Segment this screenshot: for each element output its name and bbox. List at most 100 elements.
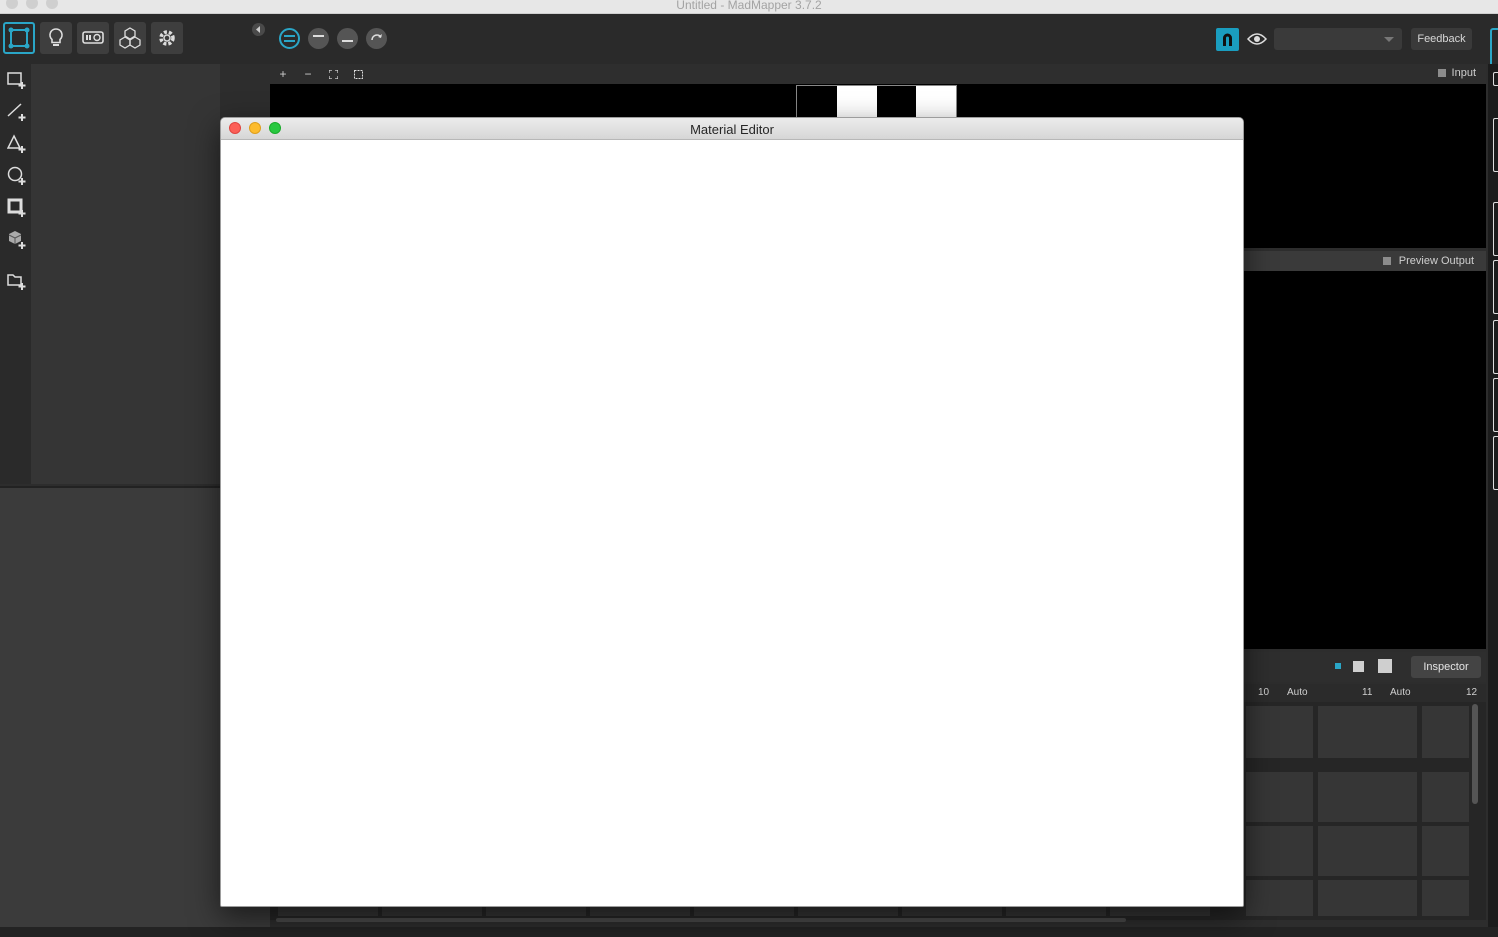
grid-cell[interactable] (902, 906, 1002, 916)
output-select[interactable] (1274, 28, 1402, 50)
select-region-button[interactable] (351, 67, 365, 81)
feedback-button[interactable]: Feedback (1411, 28, 1472, 50)
eye-icon (1247, 33, 1267, 45)
input-test-pattern (796, 85, 957, 119)
grid-cell[interactable] (1422, 706, 1469, 758)
column-header-12[interactable]: 12 (1466, 687, 1477, 698)
inspector-button[interactable]: Inspector (1411, 656, 1481, 678)
align-bottom-button[interactable] (337, 28, 358, 49)
add-triangle-button[interactable] (6, 133, 28, 155)
add-line-button[interactable] (6, 101, 28, 123)
chevron-down-icon (1384, 37, 1394, 42)
settings-button[interactable] (151, 22, 183, 54)
add-circle-button[interactable] (6, 165, 28, 187)
surfaces-icon (8, 27, 30, 49)
chevron-left-icon (256, 26, 260, 33)
rotate-icon (371, 34, 382, 41)
plus-icon: + (279, 67, 287, 81)
gear-icon (159, 30, 175, 46)
cubes-mode-button[interactable] (114, 22, 146, 54)
input-label: Input (1451, 67, 1476, 79)
grid-cell[interactable] (486, 906, 586, 916)
zoom-in-button[interactable]: + (276, 67, 290, 81)
grid-cell[interactable] (1246, 880, 1313, 916)
preview-output-viewport[interactable] (1244, 271, 1486, 649)
grid-cell[interactable] (278, 906, 378, 916)
projector-icon (82, 31, 104, 44)
grid-cell[interactable] (798, 906, 898, 916)
grid-cell[interactable] (1422, 772, 1469, 822)
add-3d-object-button[interactable] (6, 229, 28, 251)
grid-cell[interactable] (1006, 906, 1106, 916)
edge-tab[interactable] (1493, 260, 1498, 314)
grid-cell[interactable] (1246, 706, 1313, 758)
edge-tab[interactable] (1493, 72, 1498, 86)
medium-thumbnails-button[interactable] (1353, 661, 1364, 672)
grid-cell[interactable] (1110, 906, 1210, 916)
fit-view-button[interactable] (326, 67, 340, 81)
edge-tab[interactable] (1493, 202, 1498, 256)
grid-cell[interactable] (694, 906, 794, 916)
grid-horizontal-scrollbar[interactable] (276, 918, 1126, 922)
select-region-icon (353, 69, 363, 79)
fullscreen-button[interactable] (1490, 28, 1498, 68)
snap-toggle[interactable] (1216, 28, 1239, 51)
preview-output-bar: Preview Output (1244, 251, 1486, 271)
column-header-11[interactable]: 11 (1362, 687, 1372, 698)
add-quad-button[interactable] (6, 69, 28, 91)
grid-cell[interactable] (1422, 880, 1469, 916)
add-quad-icon (7, 72, 26, 89)
zoom-out-button[interactable]: − (301, 67, 315, 81)
align-top-button[interactable] (308, 28, 329, 49)
add-mask-icon (7, 198, 26, 217)
preview-output-label: Preview Output (1398, 255, 1474, 267)
rotate-button[interactable] (366, 28, 387, 49)
small-thumbnails-button[interactable] (1335, 663, 1341, 669)
edge-tab[interactable] (1493, 378, 1498, 432)
column-mode-10[interactable]: Auto (1287, 687, 1308, 698)
add-mask-button[interactable] (6, 197, 28, 219)
line-top-icon (313, 35, 324, 37)
add-line-icon (7, 103, 26, 121)
add-3d-icon (8, 231, 26, 249)
fit-icon (328, 69, 338, 79)
input-toggle[interactable]: Input (1437, 67, 1476, 79)
projector-mode-button[interactable] (77, 22, 109, 54)
column-mode-11[interactable]: Auto (1390, 687, 1411, 698)
grid-cell[interactable] (1318, 772, 1417, 822)
grid-cell[interactable] (1422, 826, 1469, 876)
edge-tab[interactable] (1493, 118, 1498, 172)
add-folder-button[interactable] (6, 270, 28, 292)
material-editor-titlebar[interactable]: Material Editor (221, 118, 1243, 140)
madmapper-app: Untitled - MadMapper 3.7.2 Feedback + − … (0, 0, 1498, 937)
large-thumbnails-button[interactable] (1378, 659, 1392, 673)
preview-output-toggle[interactable]: Preview Output (1382, 255, 1474, 267)
material-editor-content[interactable] (221, 140, 1243, 906)
cubes-icon (119, 27, 141, 49)
grid-cell[interactable] (382, 906, 482, 916)
grid-cell[interactable] (1318, 880, 1417, 916)
lights-icon (49, 28, 63, 46)
grid-vertical-scrollbar[interactable] (1472, 704, 1478, 804)
align-menu-button[interactable] (279, 28, 300, 49)
grid-cell[interactable] (1318, 826, 1417, 876)
app-titlebar: Untitled - MadMapper 3.7.2 (0, 0, 1498, 14)
edge-tab[interactable] (1493, 320, 1498, 374)
input-checkbox[interactable] (1437, 69, 1446, 77)
lights-mode-button[interactable] (40, 22, 72, 54)
preview-output-checkbox[interactable] (1382, 257, 1391, 265)
collapse-panel-button[interactable] (252, 23, 265, 36)
grid-cell[interactable] (1246, 826, 1313, 876)
list-lines-icon (284, 35, 295, 42)
surfaces-list-panel (31, 64, 220, 484)
status-strip (0, 927, 1498, 937)
preview-toggle[interactable] (1246, 28, 1268, 50)
grid-cell[interactable] (590, 906, 690, 916)
grid-cell[interactable] (1246, 772, 1313, 822)
surfaces-mode-button[interactable] (3, 22, 35, 54)
column-header-10[interactable]: 10 (1258, 687, 1269, 698)
add-surface-toolbar (0, 64, 31, 484)
edge-tab[interactable] (1493, 436, 1498, 490)
add-circle-icon (7, 166, 26, 185)
grid-cell[interactable] (1318, 706, 1417, 758)
